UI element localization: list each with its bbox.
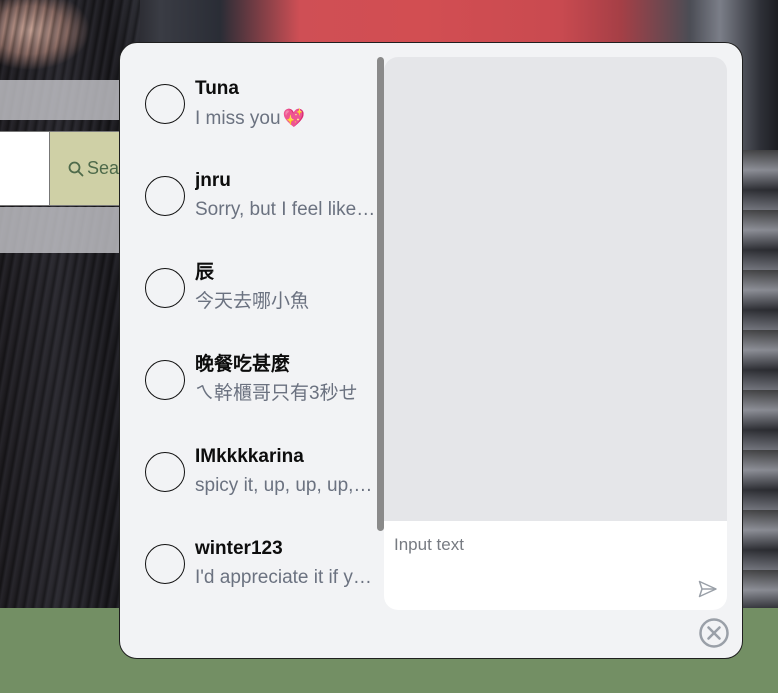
avatar <box>145 452 185 492</box>
conversation-preview: ㄟ幹櫃哥只有3秒せ <box>195 383 358 404</box>
search-button-label: Sea <box>87 158 120 178</box>
close-button[interactable] <box>698 617 730 649</box>
background-object <box>740 150 778 608</box>
conversation-preview: 今天去哪小魚 <box>195 291 310 312</box>
chat-panel: Tuna I miss you 💖 jnru Sorry, but I feel … <box>119 42 743 659</box>
avatar <box>145 268 185 308</box>
conversation-preview: I'd appreciate it if you could <box>195 567 377 588</box>
conversation-name: 辰 <box>195 262 215 283</box>
conversation-name: winter123 <box>195 538 283 559</box>
conversation-item[interactable]: Tuna I miss you 💖 <box>120 57 382 137</box>
conversation-preview: I miss you 💖 <box>195 108 305 129</box>
conversation-name: jnru <box>195 170 231 191</box>
conversation-item[interactable]: winter123 I'd appreciate it if you could <box>120 517 382 597</box>
conversation-name: Tuna <box>195 78 239 99</box>
avatar <box>145 544 185 584</box>
send-icon <box>698 580 717 598</box>
message-input[interactable] <box>394 535 684 555</box>
conversation-name: IMkkkkarina <box>195 446 304 467</box>
conversation-item[interactable]: IMkkkkarina spicy it, up, up, up, up <box>120 425 382 505</box>
conversation-item[interactable]: 晚餐吃甚麼 ㄟ幹櫃哥只有3秒せ <box>120 333 382 413</box>
message-input-area <box>384 521 727 610</box>
conversation-item[interactable]: jnru Sorry, but I feel like we should st… <box>120 149 382 229</box>
conversation-item[interactable]: 辰 今天去哪小魚 <box>120 241 382 321</box>
conversation-preview: spicy it, up, up, up, up <box>195 475 377 496</box>
close-circle-icon <box>699 618 729 648</box>
send-button[interactable] <box>696 578 720 600</box>
background-search-input[interactable] <box>0 131 50 206</box>
avatar <box>145 84 185 124</box>
conversation-list-scrollbar[interactable] <box>377 57 384 531</box>
search-icon <box>68 161 84 176</box>
conversation-name: 晚餐吃甚麼 <box>195 354 291 375</box>
conversation-preview: Sorry, but I feel like we should stop <box>195 199 377 220</box>
avatar <box>145 176 185 216</box>
conversation-list[interactable]: Tuna I miss you 💖 jnru Sorry, but I feel … <box>120 57 382 617</box>
heart-emoji-icon: 💖 <box>282 108 305 128</box>
message-area <box>384 57 727 521</box>
avatar <box>145 360 185 400</box>
